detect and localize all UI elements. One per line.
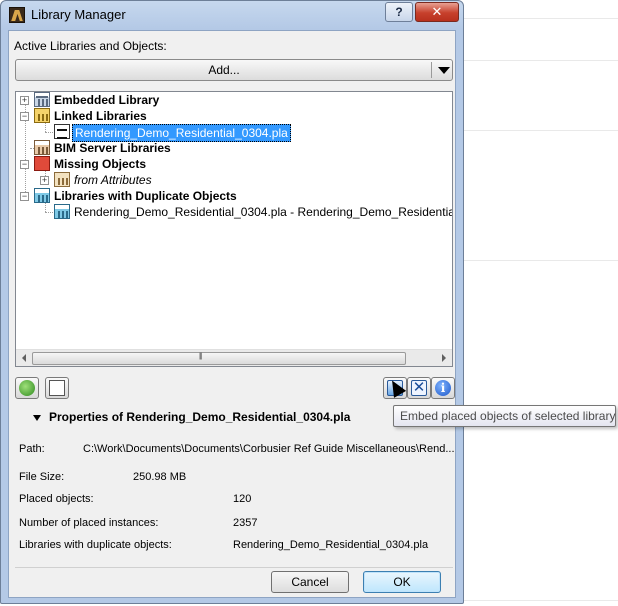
properties-header[interactable]: Properties of Rendering_Demo_Residential…	[49, 410, 350, 424]
window-title: Library Manager	[31, 7, 126, 22]
library-tree[interactable]: + Embedded Library − Linked Libraries Re…	[15, 91, 453, 367]
tree-item-duplicate-objects[interactable]: − Libraries with Duplicate Objects	[20, 188, 440, 204]
missing-objects-icon	[34, 156, 50, 171]
tree-horizontal-scrollbar[interactable]: |||	[16, 349, 452, 366]
scroll-left-icon[interactable]	[22, 354, 26, 362]
duplicate-library-icon	[34, 188, 50, 203]
scrollbar-grip: |||	[199, 353, 203, 360]
cancel-button[interactable]: Cancel	[271, 571, 349, 593]
linked-library-icon	[34, 108, 50, 123]
tree-item-label: BIM Server Libraries	[54, 141, 171, 155]
duplicate-libraries-value: Rendering_Demo_Residential_0304.pla	[233, 539, 429, 551]
path-label: Path:	[19, 443, 45, 455]
add-library-label: Add...	[208, 63, 240, 77]
library-icon	[34, 92, 50, 107]
file-size-label: File Size:	[19, 471, 65, 483]
help-button[interactable]: ?	[385, 2, 413, 22]
remove-icon: ✕	[411, 379, 427, 396]
placed-objects-label: Placed objects:	[19, 493, 94, 505]
expand-icon[interactable]: +	[40, 176, 49, 185]
library-settings-button[interactable]	[45, 377, 69, 399]
collapse-icon[interactable]: −	[20, 160, 29, 169]
pla-file-icon	[54, 124, 70, 139]
tree-item-embedded-library[interactable]: + Embedded Library	[20, 92, 440, 108]
scrollbar-thumb[interactable]	[32, 352, 406, 365]
reload-libraries-button[interactable]	[15, 377, 39, 399]
archicad-app-icon	[9, 7, 25, 23]
properties-divider	[15, 567, 453, 568]
duplicate-libraries-label: Libraries with duplicate objects:	[19, 539, 172, 551]
tree-item-label: from Attributes	[74, 173, 152, 187]
collapse-triangle-icon[interactable]	[33, 415, 41, 421]
tree-item-duplicate-entry[interactable]: Rendering_Demo_Residential_0304.pla - Re…	[20, 204, 452, 220]
add-library-button[interactable]: Add...	[15, 59, 453, 81]
info-icon: i	[435, 380, 451, 396]
ok-button[interactable]: OK	[363, 571, 441, 593]
attributes-library-icon	[54, 172, 70, 187]
tree-item-from-attributes[interactable]: + from Attributes	[20, 172, 440, 188]
reload-icon	[19, 380, 35, 396]
placed-instances-label: Number of placed instances:	[19, 517, 159, 529]
embed-tooltip: Embed placed objects of selected library	[393, 405, 616, 427]
dialog-body: Active Libraries and Objects: Add... + E…	[8, 30, 456, 598]
tree-item-label: Missing Objects	[54, 157, 147, 171]
background-window-area	[464, 0, 618, 606]
tree-item-label: Linked Libraries	[54, 109, 147, 123]
properties-panel: Path: C:\Work\Documents\Documents\Corbus…	[15, 431, 455, 589]
collapse-icon[interactable]: −	[20, 112, 29, 121]
expand-icon[interactable]: +	[20, 96, 29, 105]
title-bar[interactable]: Library Manager ? ✕	[1, 1, 463, 29]
collapse-icon[interactable]: −	[20, 192, 29, 201]
path-value: C:\Work\Documents\Documents\Corbusier Re…	[83, 443, 455, 455]
remove-library-button[interactable]: ✕	[407, 377, 431, 399]
tree-item-bim-server-libraries[interactable]: BIM Server Libraries	[20, 140, 440, 156]
library-manager-dialog: Library Manager ? ✕ Active Libraries and…	[0, 0, 464, 604]
placed-instances-value: 2357	[233, 517, 258, 529]
add-button-separator	[431, 62, 432, 78]
scroll-right-icon[interactable]	[442, 354, 446, 362]
file-size-value: 250.98 MB	[133, 471, 187, 483]
close-button[interactable]: ✕	[415, 2, 459, 22]
placed-objects-value: 120	[233, 493, 252, 505]
tree-item-label: Rendering_Demo_Residential_0304.pla - Re…	[74, 205, 452, 219]
tree-item-linked-libraries[interactable]: − Linked Libraries	[20, 108, 440, 124]
library-info-button[interactable]: i	[431, 377, 455, 399]
tree-item-missing-objects[interactable]: − Missing Objects	[20, 156, 440, 172]
duplicate-library-icon	[54, 204, 70, 219]
tree-item-label: Libraries with Duplicate Objects	[54, 189, 237, 203]
chevron-down-icon[interactable]	[438, 67, 450, 74]
tree-item-label: Embedded Library	[54, 93, 160, 107]
library-folder-icon	[49, 380, 65, 396]
tree-item-linked-file[interactable]: Rendering_Demo_Residential_0304.pla	[20, 124, 440, 142]
bim-server-icon	[34, 140, 50, 155]
active-libraries-label: Active Libraries and Objects:	[14, 39, 167, 53]
